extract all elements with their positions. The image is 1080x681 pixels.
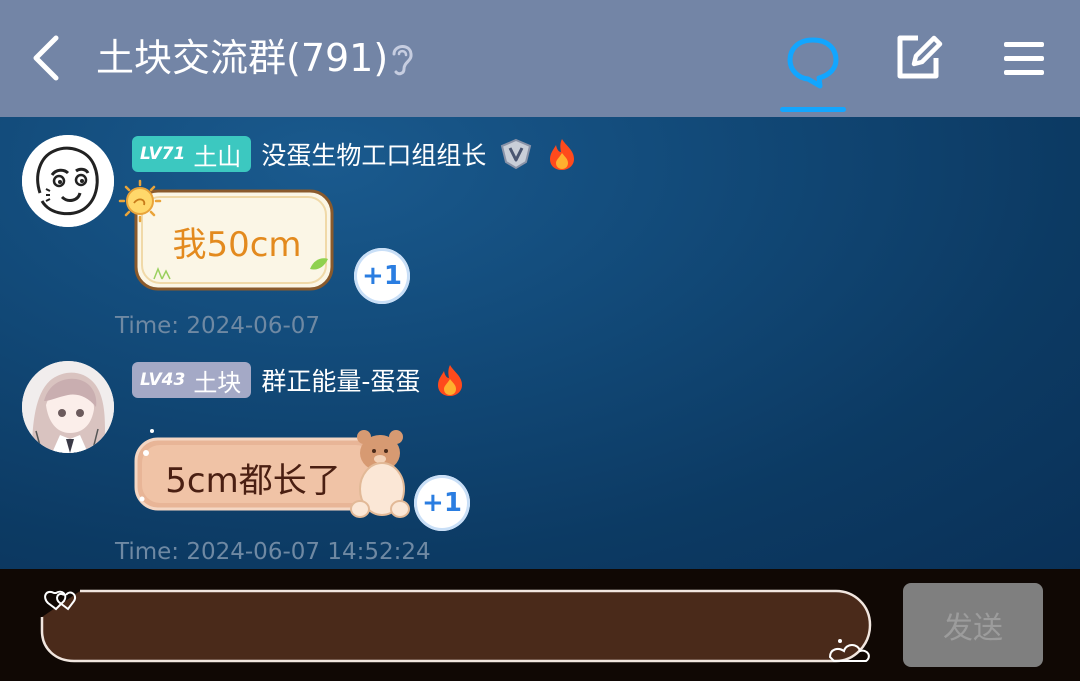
level-title: 土块 bbox=[193, 368, 242, 397]
chat-bubble-icon bbox=[787, 37, 839, 89]
sender-nickname[interactable]: 没蛋生物工口组组长 bbox=[261, 136, 486, 172]
plus-one-button[interactable]: +1 bbox=[414, 475, 470, 531]
top-bar: 土块交流群(791) bbox=[0, 0, 1080, 117]
sender-line: LV43 土块 群正能量-蛋蛋 bbox=[132, 361, 478, 399]
chat-area[interactable]: LV71 土山 没蛋生物工口组组长 我50cm +1 Time: 2024-06… bbox=[0, 117, 1080, 569]
tab-active-indicator bbox=[780, 107, 846, 112]
message-bubble[interactable]: 我50cm bbox=[114, 175, 338, 291]
level-number: LV71 bbox=[140, 144, 186, 164]
level-number: LV43 bbox=[140, 370, 186, 390]
hamburger-menu-icon[interactable] bbox=[998, 34, 1050, 82]
v-shield-icon bbox=[501, 138, 532, 170]
message-time: Time: 2024-06-07 bbox=[115, 313, 321, 339]
plus-one-button[interactable]: +1 bbox=[354, 248, 410, 304]
group-title: 土块交流群(791) bbox=[96, 36, 389, 80]
level-badge: LV71 土山 bbox=[132, 136, 252, 172]
level-badge: LV43 土块 bbox=[132, 362, 252, 398]
message-item: LV43 土块 群正能量-蛋蛋 5cm都长了 +1 Time: 2024-06-… bbox=[0, 343, 1080, 569]
edit-icon[interactable] bbox=[890, 30, 946, 86]
message-time: Time: 2024-06-07 14:52:24 bbox=[115, 539, 431, 565]
avatar[interactable] bbox=[22, 361, 114, 453]
sender-line: LV71 土山 没蛋生物工口组组长 bbox=[132, 135, 590, 173]
fire-icon bbox=[438, 365, 463, 396]
chevron-left-icon[interactable] bbox=[22, 28, 72, 88]
avatar[interactable] bbox=[22, 135, 114, 227]
message-text: 我50cm bbox=[172, 224, 302, 265]
tab-chat[interactable] bbox=[780, 26, 846, 114]
message-bubble[interactable]: 5cm都长了 bbox=[128, 423, 414, 527]
message-item: LV71 土山 没蛋生物工口组组长 我50cm +1 Time: 2024-06… bbox=[0, 117, 1080, 343]
sender-nickname[interactable]: 群正能量-蛋蛋 bbox=[261, 362, 420, 398]
ear-icon[interactable] bbox=[386, 38, 418, 78]
level-title: 土山 bbox=[193, 142, 242, 171]
send-button[interactable]: 发送 bbox=[903, 583, 1043, 667]
message-text: 5cm都长了 bbox=[165, 460, 341, 501]
fire-icon bbox=[550, 139, 575, 170]
message-input[interactable] bbox=[40, 587, 872, 665]
